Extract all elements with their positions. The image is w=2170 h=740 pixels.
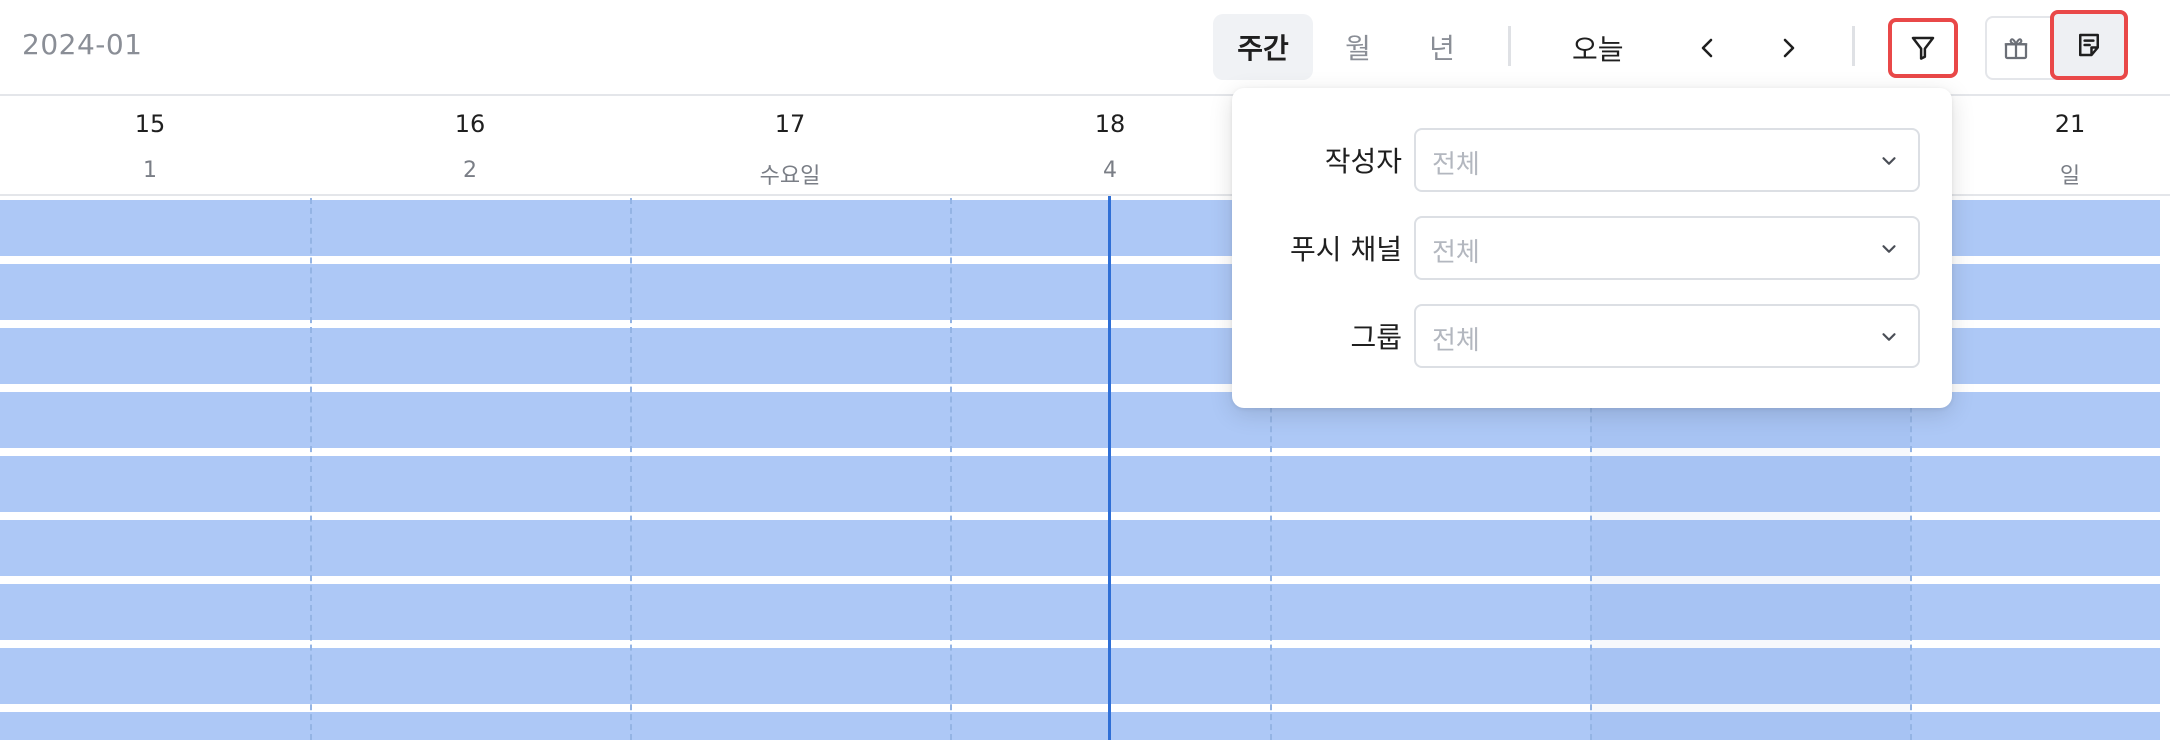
- day-number: 21: [2054, 110, 2086, 138]
- tab-month[interactable]: 월: [1318, 14, 1398, 80]
- group-filter-value: 전체: [1432, 326, 1480, 356]
- event-bar[interactable]: [0, 648, 2160, 704]
- event-bar[interactable]: [0, 520, 2160, 576]
- chevron-left-icon: [1701, 38, 1713, 58]
- current-month-label: 2024-01: [22, 28, 143, 61]
- chevron-down-icon: [1882, 245, 1896, 253]
- group-filter-select[interactable]: 전체: [1414, 304, 1920, 368]
- day-column-header[interactable]: 15 1: [50, 96, 250, 196]
- day-column-header[interactable]: 18 4: [1010, 96, 1210, 196]
- event-bar[interactable]: [0, 584, 2160, 640]
- tab-week[interactable]: 주간: [1213, 14, 1313, 80]
- prev-week-button[interactable]: [1686, 26, 1730, 70]
- day-weekday: 4: [1103, 158, 1117, 183]
- calendar-toolbar: 2024-01 주간 월 년 오늘: [0, 0, 2170, 96]
- note-icon: [2079, 33, 2099, 57]
- push-channel-filter-label: 푸시 채널: [1290, 233, 1402, 266]
- today-button[interactable]: 오늘: [1572, 26, 1624, 70]
- group-filter-label: 그룹: [1350, 321, 1402, 354]
- day-number: 17: [774, 110, 806, 138]
- day-column-header[interactable]: 17 수요일: [690, 96, 890, 196]
- event-bar[interactable]: [0, 456, 2160, 512]
- day-weekday: 일: [2059, 164, 2081, 189]
- author-filter-label: 작성자: [1324, 145, 1402, 178]
- push-channel-filter-value: 전체: [1432, 238, 1480, 268]
- day-weekday: 2: [463, 158, 477, 183]
- current-time-indicator: [1108, 196, 1111, 740]
- day-number: 16: [454, 110, 486, 138]
- filter-popover: 작성자 전체 푸시 채널 전체 그룹 전체: [1232, 88, 1952, 408]
- push-channel-filter-select[interactable]: 전체: [1414, 216, 1920, 280]
- chevron-down-icon: [1882, 333, 1896, 341]
- filter-icon: [1911, 36, 1935, 60]
- memo-button[interactable]: [2050, 10, 2128, 80]
- chevron-right-icon: [1783, 38, 1795, 58]
- day-column-header[interactable]: 16 2: [370, 96, 570, 196]
- chevron-down-icon: [1882, 157, 1896, 165]
- author-filter-value: 전체: [1432, 150, 1480, 180]
- author-filter-select[interactable]: 전체: [1414, 128, 1920, 192]
- day-column-header[interactable]: 21 일: [1970, 96, 2170, 196]
- day-weekday: 1: [143, 158, 157, 183]
- next-week-button[interactable]: [1766, 26, 1810, 70]
- filter-button[interactable]: [1888, 18, 1958, 78]
- day-number: 18: [1094, 110, 1126, 138]
- toolbar-divider: [1852, 26, 1855, 66]
- gift-button[interactable]: [1988, 18, 2044, 78]
- day-number: 15: [134, 110, 166, 138]
- day-weekday: 수요일: [759, 164, 821, 189]
- event-bar[interactable]: [0, 712, 2160, 740]
- tab-year[interactable]: 년: [1402, 14, 1482, 80]
- gift-icon: [2004, 38, 2028, 60]
- toolbar-divider: [1508, 26, 1511, 66]
